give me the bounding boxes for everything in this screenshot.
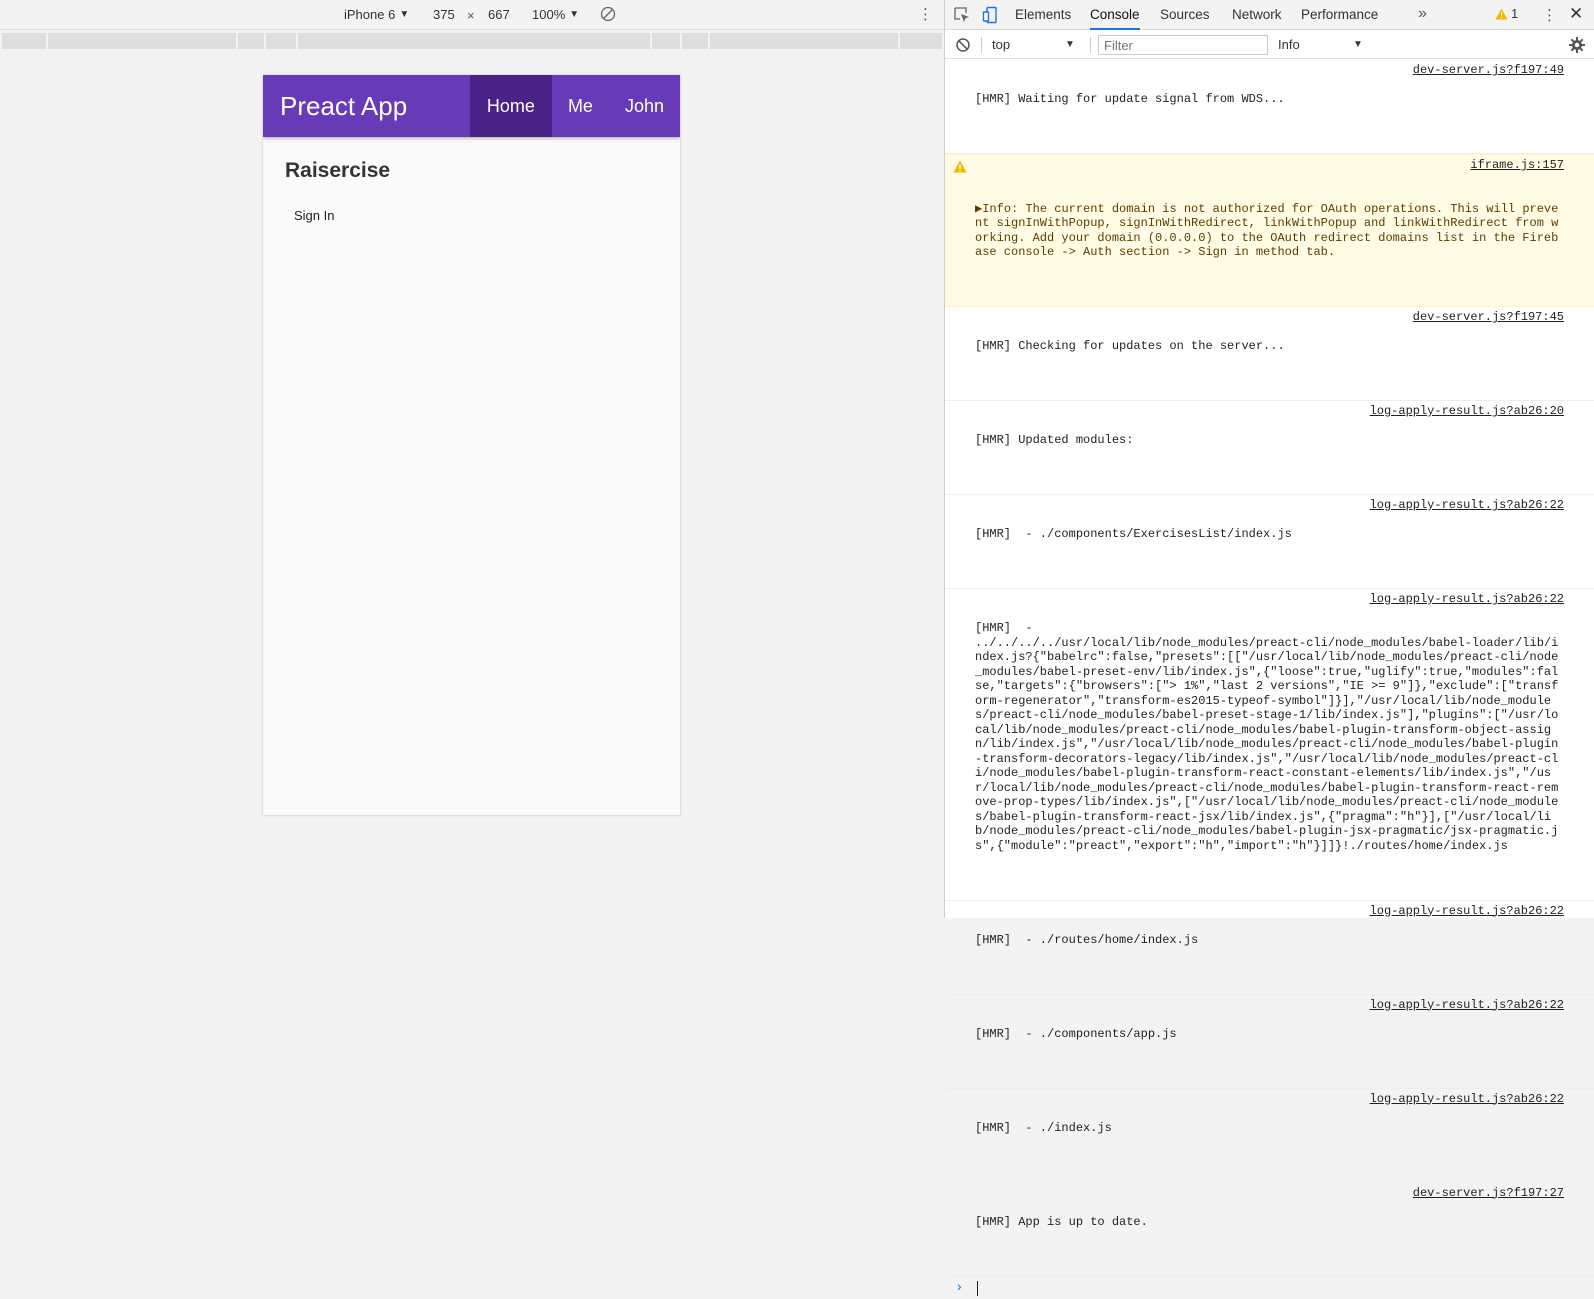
tab-sources[interactable]: Sources [1160, 0, 1210, 30]
console-prompt[interactable]: › [945, 1277, 1594, 1299]
app-header: Preact App Home Me John [263, 75, 680, 137]
console-message: [HMR] App is up to date. dev-server.js?f… [945, 1183, 1594, 1277]
source-link[interactable]: log-apply-result.js?ab26:22 [1364, 498, 1564, 513]
source-link[interactable]: log-apply-result.js?ab26:22 [1364, 998, 1564, 1013]
console-toolbar: top ▼ Info ▼ [945, 31, 1594, 59]
tab-network[interactable]: Network [1232, 0, 1282, 30]
console-message: [HMR] Updated modules: log-apply-result.… [945, 401, 1594, 495]
devtools-panel: Elements Console Sources Network Perform… [945, 0, 1594, 1296]
toolbar-divider [1090, 37, 1091, 53]
zoom-select[interactable]: 100% ▼ [532, 7, 579, 22]
media-query-segment[interactable] [2, 33, 46, 49]
text-cursor [977, 1280, 978, 1296]
device-name: iPhone 6 [344, 7, 396, 22]
devtools-tabbar: Elements Console Sources Network Perform… [945, 0, 1594, 30]
media-query-segment[interactable] [238, 33, 264, 49]
zoom-value: 100% [532, 7, 566, 22]
source-link[interactable]: iframe.js:157 [1464, 158, 1564, 173]
source-link[interactable]: log-apply-result.js?ab26:20 [1364, 404, 1564, 419]
media-query-segment[interactable] [710, 33, 898, 49]
chevron-down-icon: ▼ [399, 9, 410, 20]
source-link[interactable]: dev-server.js?f197:27 [1407, 1186, 1564, 1201]
warning-triangle-icon [1495, 8, 1508, 19]
rotate-icon[interactable] [600, 6, 616, 22]
console-message: [HMR] - ./routes/home/index.js log-apply… [945, 901, 1594, 995]
tab-performance[interactable]: Performance [1301, 0, 1378, 30]
source-link[interactable]: log-apply-result.js?ab26:22 [1364, 592, 1564, 607]
source-link[interactable]: dev-server.js?f197:49 [1407, 63, 1564, 78]
media-query-segment[interactable] [900, 33, 942, 49]
device-toggle-icon[interactable] [982, 6, 1000, 24]
warning-triangle-icon [953, 160, 967, 173]
sign-in-link[interactable]: Sign In [294, 208, 334, 223]
media-query-bar [0, 31, 944, 51]
dimension-separator: × [467, 8, 475, 23]
message-text: [HMR] Waiting for update signal from WDS… [975, 92, 1285, 106]
device-toolbar: iPhone 6 ▼ 375 × 667 100% ▼ ⋮ [0, 0, 944, 30]
kebab-menu-icon[interactable]: ⋮ [918, 7, 933, 22]
media-query-segment[interactable] [298, 33, 650, 49]
device-select[interactable]: iPhone 6 ▼ [344, 7, 409, 22]
toolbar-divider [981, 37, 982, 53]
warning-count: 1 [1511, 6, 1519, 21]
context-select[interactable]: top [992, 37, 1010, 52]
log-level-select[interactable]: Info [1278, 37, 1300, 52]
more-tabs-icon[interactable]: » [1418, 5, 1427, 23]
message-text: [HMR] Checking for updates on the server… [975, 339, 1285, 353]
media-query-segment[interactable] [266, 33, 296, 49]
nav-link-john[interactable]: John [609, 75, 680, 137]
console-message: [HMR] - ../../../../usr/local/lib/node_mo… [945, 589, 1594, 901]
source-link[interactable]: dev-server.js?f197:45 [1407, 310, 1564, 325]
source-link[interactable]: log-apply-result.js?ab26:22 [1364, 904, 1564, 919]
media-query-segment[interactable] [682, 33, 708, 49]
device-height-field[interactable]: 667 [488, 7, 510, 22]
console-message: [HMR] - ./index.js log-apply-result.js?a… [945, 1089, 1594, 1183]
console-message: [HMR] Checking for updates on the server… [945, 307, 1594, 401]
nav-link-home[interactable]: Home [469, 75, 552, 137]
chevron-down-icon[interactable]: ▼ [1353, 39, 1363, 50]
message-text: [HMR] - ./routes/home/index.js [975, 932, 1199, 947]
message-text: [HMR] Updated modules: [975, 433, 1134, 447]
console-warning-message[interactable]: ▶Info: The current domain is not authori… [945, 154, 1594, 307]
media-query-segment[interactable] [652, 33, 680, 49]
app-nav: Home Me John [469, 75, 680, 137]
warning-counter[interactable]: 1 [1495, 6, 1518, 21]
device-emulation-pane: iPhone 6 ▼ 375 × 667 100% ▼ ⋮ Preact App… [0, 0, 944, 918]
media-query-segment[interactable] [48, 33, 236, 49]
message-prefix: [HMR] - [975, 621, 1033, 635]
tab-console[interactable]: Console [1090, 0, 1140, 30]
console-message: [HMR] - ./components/app.js log-apply-re… [945, 995, 1594, 1089]
chevron-down-icon: ▼ [569, 9, 580, 20]
message-text: [HMR] App is up to date. [975, 1214, 1148, 1229]
settings-gear-icon[interactable] [1568, 36, 1586, 54]
clear-console-icon[interactable] [955, 37, 971, 53]
message-text: [HMR] - ./components/ExercisesList/index… [975, 527, 1292, 541]
filter-input[interactable] [1098, 35, 1268, 55]
chevron-down-icon[interactable]: ▼ [1065, 39, 1075, 50]
page-heading: Raisercise [285, 159, 391, 182]
tab-elements[interactable]: Elements [1015, 0, 1071, 30]
message-text: [HMR] - ./index.js [975, 1120, 1112, 1135]
console-message: [HMR] Waiting for update signal from WDS… [945, 60, 1594, 154]
device-width-field[interactable]: 375 [433, 7, 455, 22]
console-message: [HMR] - ./components/ExercisesList/index… [945, 495, 1594, 589]
kebab-menu-icon[interactable]: ⋮ [1542, 6, 1557, 24]
message-text: [HMR] - ../../../../usr/local/lib/node_mo… [975, 621, 1564, 853]
message-text: [HMR] - ./components/app.js [975, 1026, 1177, 1041]
message-body: ../../../../usr/local/lib/node_modules/p… [975, 635, 1559, 853]
message-text: ▶Info: The current domain is not authori… [975, 201, 1559, 260]
prompt-chevron-icon: › [955, 1279, 964, 1296]
app-title: Preact App [280, 91, 408, 121]
source-link[interactable]: log-apply-result.js?ab26:22 [1364, 1092, 1564, 1107]
inspect-element-icon[interactable] [953, 6, 971, 24]
nav-link-me[interactable]: Me [552, 75, 609, 137]
console-messages: [HMR] Waiting for update signal from WDS… [945, 60, 1594, 1299]
emulated-viewport: Preact App Home Me John Raisercise Sign … [263, 75, 680, 815]
close-icon[interactable]: ✕ [1569, 4, 1583, 24]
